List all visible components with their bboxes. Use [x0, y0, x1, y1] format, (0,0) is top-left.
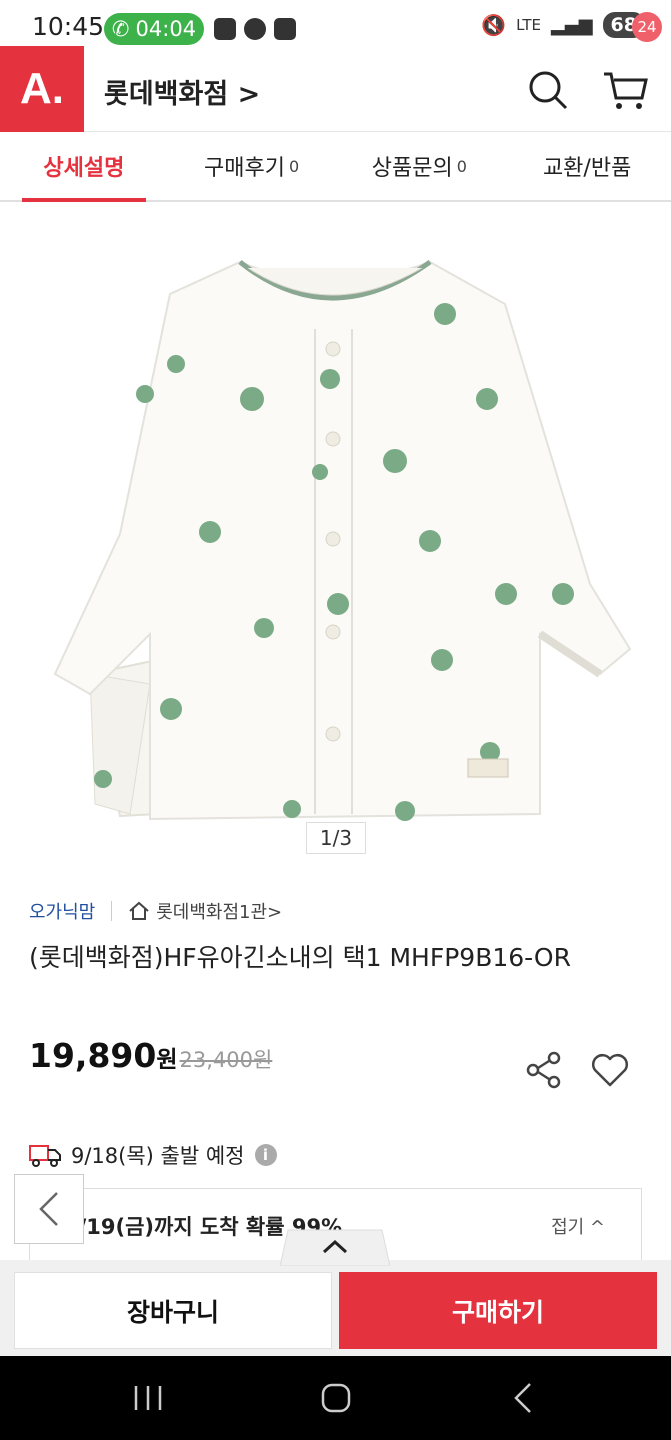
status-time: 10:45: [32, 12, 105, 41]
heart-icon[interactable]: [590, 1052, 630, 1088]
back-button[interactable]: [14, 1174, 84, 1244]
info-icon[interactable]: i: [254, 1144, 277, 1166]
app-header: A. 롯데백화점 >: [0, 46, 671, 132]
product-image[interactable]: [0, 204, 671, 864]
sale-price: 19,890: [29, 1036, 157, 1075]
home-icon: [129, 901, 149, 920]
network-type: LTE: [516, 16, 542, 34]
price-row: 19,890 원 23,400원: [29, 1036, 272, 1075]
tab-description[interactable]: 상세설명: [0, 132, 168, 202]
share-icon[interactable]: [524, 1050, 564, 1090]
chevron-left-icon: [39, 1192, 58, 1226]
shipping-row: 9/18(목) 출발 예정 i: [29, 1140, 277, 1170]
cart-count-badge: 24: [632, 12, 662, 42]
truck-icon: [29, 1145, 61, 1167]
youtube-icon: [274, 18, 296, 40]
tab-qna[interactable]: 상품문의 0: [336, 132, 504, 200]
logo[interactable]: A.: [0, 46, 84, 132]
screenshot-icon: [214, 18, 236, 40]
status-right: 🔇 LTE ▂▄▆ 68: [481, 12, 645, 38]
store-link[interactable]: 롯데백화점1관>: [128, 898, 282, 924]
divider: [111, 901, 113, 921]
price-unit: 원: [156, 1047, 178, 1073]
product-title: (롯데백화점)HF유아긴소내의 택1 MHFP9B16-OR: [29, 943, 571, 972]
gallery-pager: 1/3: [306, 822, 366, 854]
mute-icon: 🔇: [481, 13, 507, 37]
signal-icon: ▂▄▆: [551, 14, 593, 36]
detail-tabs: 상세설명 구매후기 0 상품문의 0 교환/반품: [0, 132, 671, 202]
tab-label: 상세설명: [43, 156, 125, 181]
original-price: 23,400원: [179, 1048, 273, 1072]
brand-link[interactable]: 오가닉맘: [29, 898, 95, 924]
home-button-icon[interactable]: [314, 1376, 358, 1420]
back-nav-icon[interactable]: [502, 1376, 546, 1420]
tab-label: 상품문의: [371, 156, 453, 181]
buy-now-button[interactable]: 구매하기: [339, 1272, 657, 1349]
brand-row: 오가닉맘 롯데백화점1관>: [29, 898, 282, 924]
add-to-cart-button[interactable]: 장바구니: [14, 1272, 332, 1349]
bottom-action-bar: 장바구니 구매하기: [0, 1260, 671, 1356]
store-link-label: 롯데백화점1관>: [156, 902, 283, 923]
tab-reviews[interactable]: 구매후기 0: [168, 132, 336, 200]
phone-icon: ✆: [111, 17, 130, 41]
call-timer: 04:04: [135, 17, 197, 41]
departure-text: 9/18(목) 출발 예정: [71, 1144, 245, 1168]
expand-handle[interactable]: [279, 1228, 391, 1267]
search-icon[interactable]: [526, 68, 570, 112]
tab-label: 구매후기: [204, 156, 286, 181]
tab-count: 0: [289, 156, 300, 176]
call-indicator[interactable]: ✆ 04:04: [104, 13, 204, 45]
system-nav-bar: [0, 1356, 671, 1440]
pinterest-icon: [244, 18, 266, 40]
tab-label: 교환/반품: [542, 156, 632, 181]
recents-icon[interactable]: [126, 1376, 170, 1420]
tab-exchange-return[interactable]: 교환/반품: [503, 132, 671, 200]
cart-icon[interactable]: [602, 68, 650, 112]
store-title-link[interactable]: 롯데백화점 >: [104, 72, 260, 111]
fold-toggle[interactable]: 접기 ^: [551, 1213, 605, 1239]
tab-count: 0: [456, 156, 467, 176]
notification-icons: [214, 18, 296, 40]
